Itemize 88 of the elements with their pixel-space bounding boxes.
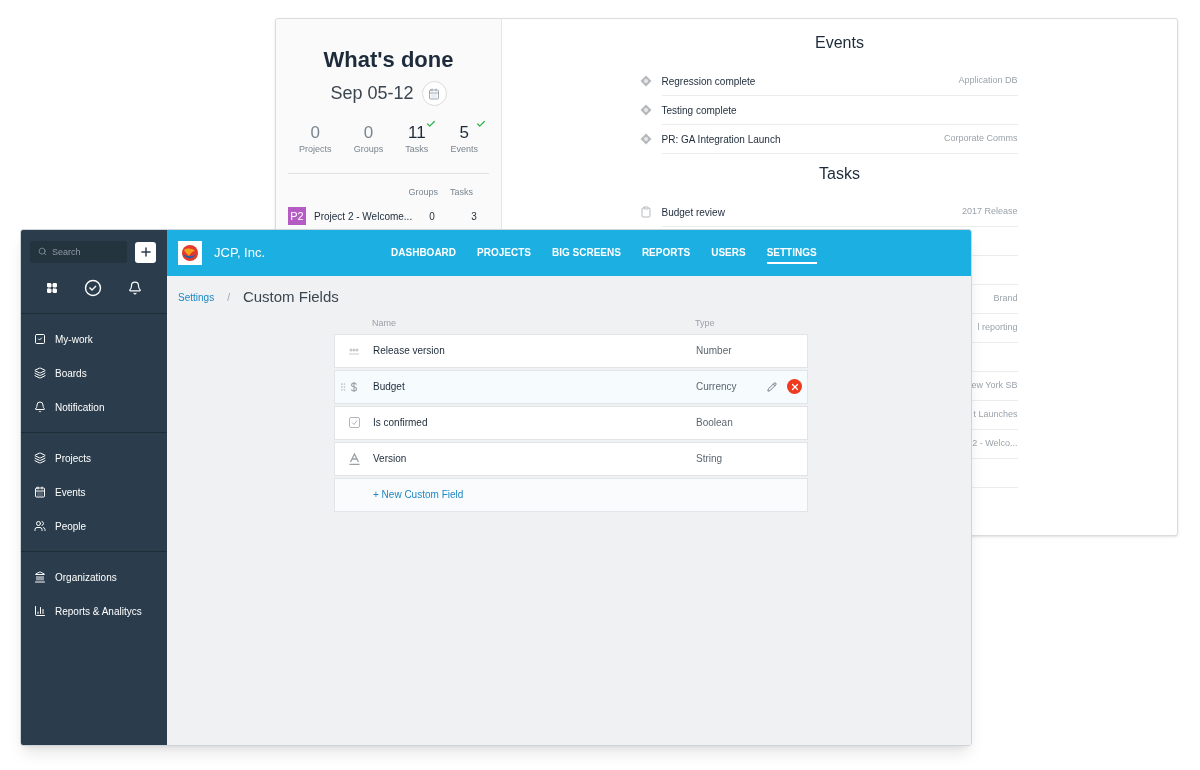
- sidebar-item[interactable]: People: [21, 509, 167, 543]
- stat-label: Projects: [299, 143, 332, 156]
- sidebar-item[interactable]: Notification: [21, 390, 167, 424]
- edit-icon[interactable]: [767, 381, 777, 392]
- field-row[interactable]: Release version Number: [334, 333, 808, 368]
- list-item-source: l reporting: [977, 321, 1018, 335]
- list-item-title[interactable]: Budget review: [661, 204, 725, 220]
- calendar-icon: [34, 486, 46, 498]
- stat-value: 5: [459, 123, 469, 143]
- summary-title: What's done: [323, 46, 454, 74]
- checkbox-icon: [34, 333, 46, 345]
- list-item-title[interactable]: PR: GA Integration Launch: [661, 131, 781, 147]
- field-type: Number: [696, 344, 733, 358]
- section-title: Events: [815, 33, 864, 53]
- stat-label: Events: [450, 143, 478, 156]
- breadcrumb-separator: /: [227, 290, 230, 305]
- check-icon: [475, 119, 486, 129]
- number-icon: [348, 346, 360, 355]
- project-badge: P2: [288, 207, 306, 225]
- stat-label: Tasks: [405, 143, 429, 156]
- calendar-icon: [428, 87, 441, 100]
- text-icon: [348, 452, 360, 465]
- table-cell-text: 3: [470, 209, 478, 224]
- sidebar-item[interactable]: Projects: [21, 441, 167, 475]
- column-header: Name: [372, 316, 397, 330]
- event-icon: [639, 133, 652, 145]
- company-name: JCP, Inc.: [214, 244, 266, 263]
- plus-icon: [138, 245, 153, 259]
- sidebar-item[interactable]: Reports & Analitycs: [21, 594, 167, 628]
- sidebar-item[interactable]: Events: [21, 475, 167, 509]
- field-name: Is confirmed: [373, 416, 429, 430]
- list-item-source: 2017 Release: [961, 205, 1018, 219]
- stat-value: 0: [310, 123, 321, 143]
- check-icon: [426, 119, 437, 129]
- bank-icon: [34, 571, 46, 583]
- column-header: Tasks: [450, 185, 473, 199]
- section-title: Tasks: [819, 164, 860, 184]
- clipboard-icon: [639, 206, 652, 218]
- stat-value: 0: [363, 123, 374, 143]
- add-button[interactable]: [135, 241, 156, 263]
- delete-button[interactable]: [787, 379, 802, 394]
- list-item-source: Corporate Comms: [943, 132, 1018, 146]
- new-field-link[interactable]: + New Custom Field: [373, 487, 464, 502]
- field-name: Budget: [373, 380, 406, 394]
- people-icon: [34, 520, 46, 532]
- field-type: Currency: [696, 380, 738, 394]
- list-item-source: ew York SB: [971, 379, 1018, 393]
- field-type: Boolean: [696, 416, 734, 430]
- field-row[interactable]: Is confirmed Boolean: [334, 405, 808, 440]
- layers-icon: [34, 367, 46, 379]
- close-icon: [789, 381, 800, 392]
- bell-icon: [34, 401, 46, 413]
- field-type: String: [696, 452, 724, 466]
- list-item-source: 2 - Welco...: [972, 437, 1018, 451]
- list-item-source: t Launches: [973, 408, 1018, 422]
- column-header: Type: [695, 316, 715, 330]
- event-icon: [639, 75, 652, 87]
- field-row[interactable]: Budget Currency: [334, 369, 808, 404]
- list-item-source: Brand: [993, 292, 1018, 306]
- dollar-icon: [348, 380, 360, 393]
- breadcrumb-link[interactable]: Settings: [178, 289, 215, 305]
- table-cell-text: 0: [428, 209, 436, 224]
- drag-handle-icon[interactable]: [338, 381, 348, 392]
- sidebar-item[interactable]: My-work: [21, 322, 167, 356]
- company-logo: [178, 241, 202, 265]
- field-name: Version: [373, 452, 408, 466]
- clock-check-icon[interactable]: [84, 279, 102, 297]
- list-item-source: Application DB: [958, 74, 1018, 88]
- search-icon: [38, 247, 47, 256]
- layers-icon: [34, 452, 46, 464]
- event-icon: [639, 104, 652, 116]
- grid-icon[interactable]: [46, 282, 58, 294]
- stat-label: Groups: [353, 143, 384, 156]
- bar-chart-icon: [34, 605, 46, 617]
- search-field[interactable]: Search: [30, 241, 127, 263]
- field-row[interactable]: Version String: [334, 441, 808, 476]
- list-item-title[interactable]: Testing complete: [661, 102, 737, 118]
- list-item-title[interactable]: Regression complete: [661, 73, 756, 89]
- column-header: Groups: [408, 185, 438, 199]
- date-range: Sep 05-12: [330, 82, 414, 105]
- sidebar-item[interactable]: Boards: [21, 356, 167, 390]
- field-name: Release version: [373, 344, 446, 358]
- page-title: Custom Fields: [242, 287, 339, 307]
- stat-value: 11: [407, 123, 426, 143]
- checkbox-icon: [348, 417, 360, 428]
- project-name: Project 2 - Welcome...: [314, 209, 414, 224]
- sidebar-item[interactable]: Organizations: [21, 560, 167, 594]
- bell-icon[interactable]: [128, 281, 142, 295]
